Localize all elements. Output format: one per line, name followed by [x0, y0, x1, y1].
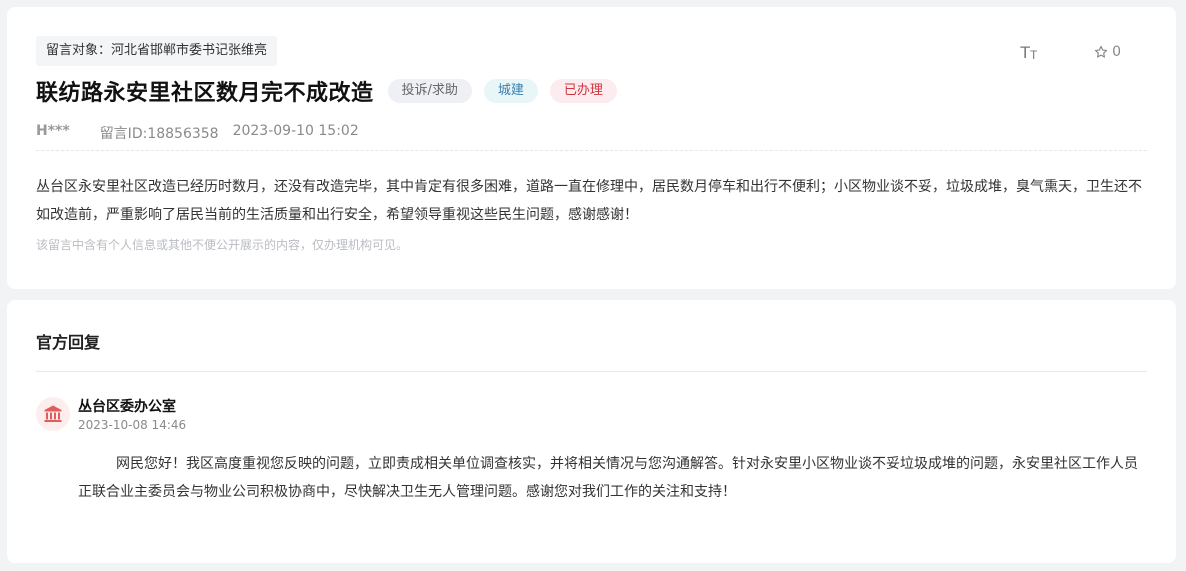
reply-content: 网民您好！我区高度重视您反映的问题，立即责成相关单位调查核实，并将相关情况与您沟…	[78, 456, 1138, 500]
message-datetime: 2023-09-10 15:02	[232, 123, 359, 139]
message-card: 留言对象：河北省邯郸市委书记张维亮 T T 0 联纺路永安里社区数月完不成改造 …	[7, 7, 1176, 289]
tag-category: 投诉/求助	[387, 79, 472, 103]
divider	[36, 371, 1147, 372]
tag-domain: 城建	[483, 79, 538, 103]
government-building-icon	[44, 405, 62, 422]
favorite-button[interactable]: 0	[1094, 44, 1121, 60]
privacy-notice: 该留言中含有个人信息或其他不便公开展示的内容，仅办理机构可见。	[36, 238, 409, 252]
star-icon	[1094, 45, 1108, 58]
favorite-count: 0	[1112, 44, 1121, 60]
reply-heading: 官方回复	[36, 333, 101, 352]
message-title: 联纺路永安里社区数月完不成改造	[36, 81, 374, 106]
message-meta: H*** 留言ID:18856358 2023-09-10 15:02	[36, 123, 359, 143]
svg-text:T: T	[1020, 43, 1030, 62]
message-content: 丛台区永安里社区改造已经历时数月，还没有改造完毕，其中肯定有很多困难，道路一直在…	[36, 179, 1142, 223]
tag-status: 已办理	[549, 79, 617, 103]
font-size-icon[interactable]: T T	[1020, 42, 1042, 62]
message-toolbar: T T 0	[1020, 42, 1121, 62]
message-id: 留言ID:18856358	[99, 126, 219, 142]
org-avatar	[36, 397, 70, 431]
reply-card: 官方回复 丛台区委办公室 2023-10-08 14:46 网民您好！我区高度重…	[7, 300, 1176, 563]
svg-text:T: T	[1030, 48, 1038, 62]
title-row: 联纺路永安里社区数月完不成改造 投诉/求助 城建 已办理	[36, 75, 617, 107]
divider	[36, 150, 1147, 151]
author-name: H***	[36, 123, 70, 139]
message-target-chip: 留言对象：河北省邯郸市委书记张维亮	[36, 36, 278, 66]
org-name: 丛台区委办公室	[78, 399, 176, 415]
reply-date: 2023-10-08 14:46	[78, 418, 187, 432]
